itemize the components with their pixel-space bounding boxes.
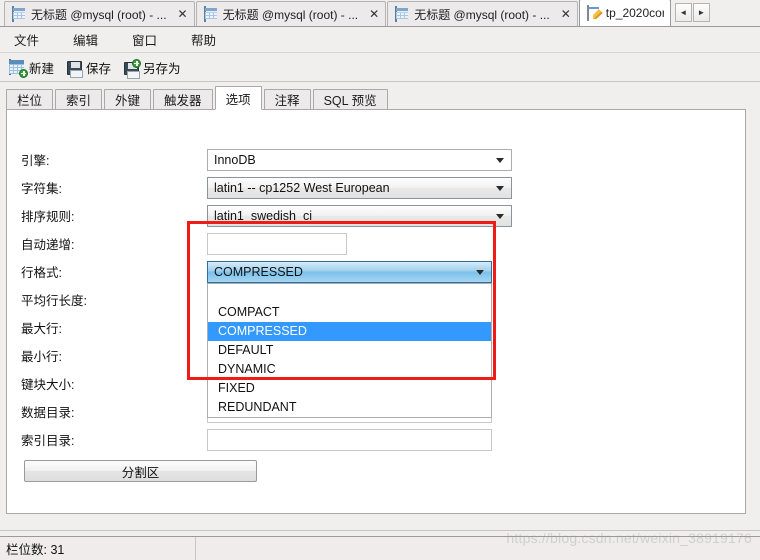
document-tab-1[interactable]: 无标题 @mysql (root) - ... ✕ xyxy=(4,1,195,26)
label-row-format: 行格式: xyxy=(21,266,62,280)
label-auto-increment: 自动递增: xyxy=(21,238,75,252)
close-icon[interactable]: ✕ xyxy=(369,8,379,20)
options-form: 引擎: 字符集: 排序规则: 自动递增: 行格式: 平均行长度: 最大行: 最小… xyxy=(6,109,746,514)
row-format-value: COMPRESSED xyxy=(214,265,303,279)
engine-combobox[interactable]: InnoDB xyxy=(207,149,512,171)
label-avg-row-length: 平均行长度: xyxy=(21,294,87,308)
label-index-directory: 索引目录: xyxy=(21,434,75,448)
save-as-button-label: 另存为 xyxy=(143,62,181,76)
dropdown-option-dynamic[interactable]: DYNAMIC xyxy=(208,360,491,379)
edit-document-icon xyxy=(586,5,601,21)
charset-combobox[interactable]: latin1 -- cp1252 West European xyxy=(207,177,512,199)
row-format-combobox[interactable]: COMPRESSED xyxy=(207,261,492,283)
table-icon xyxy=(12,6,26,22)
label-min-rows: 最小行: xyxy=(21,350,62,364)
tab-scroll-next-button[interactable]: ► xyxy=(692,2,710,22)
dropdown-option-compact[interactable]: COMPACT xyxy=(208,303,491,322)
app-window: 无标题 @mysql (root) - ... ✕ 无标题 @mysql (ro… xyxy=(0,0,760,560)
document-tab-2[interactable]: 无标题 @mysql (root) - ... ✕ xyxy=(195,1,387,26)
document-tab-3[interactable]: 无标题 @mysql (root) - ... ✕ xyxy=(387,1,578,26)
partition-button[interactable]: 分割区 xyxy=(24,460,257,482)
menu-item-file[interactable]: 文件 xyxy=(10,27,53,52)
menu-bar: 文件 编辑 窗口 帮助 xyxy=(0,27,760,53)
table-icon xyxy=(203,6,218,22)
label-data-directory: 数据目录: xyxy=(21,406,75,420)
table-icon xyxy=(395,6,409,22)
new-table-icon xyxy=(9,58,28,78)
save-as-button[interactable]: 另存为 xyxy=(121,57,187,79)
status-bar: 栏位数: 31 xyxy=(0,536,760,560)
document-tab-4-active[interactable]: tp_2020confer xyxy=(578,0,671,26)
chevron-down-icon xyxy=(496,186,504,191)
tab-triggers[interactable]: 触发器 xyxy=(153,89,213,110)
menu-item-help[interactable]: 帮助 xyxy=(187,27,230,52)
chevron-down-icon xyxy=(496,158,504,163)
tab-comment[interactable]: 注释 xyxy=(263,89,311,110)
tab-indexes[interactable]: 索引 xyxy=(55,89,103,110)
document-tab-strip: 无标题 @mysql (root) - ... ✕ 无标题 @mysql (ro… xyxy=(0,0,760,27)
chevron-down-icon xyxy=(496,214,504,219)
engine-value: InnoDB xyxy=(214,153,256,167)
new-button[interactable]: 新建 xyxy=(7,57,60,79)
tab-sql-preview[interactable]: SQL 预览 xyxy=(312,89,388,110)
new-button-label: 新建 xyxy=(29,62,55,76)
collation-value: latin1_swedish_ci xyxy=(214,209,312,223)
dropdown-option-fixed[interactable]: FIXED xyxy=(208,379,491,398)
chevron-down-icon xyxy=(476,270,484,275)
status-empty-cell xyxy=(196,537,760,560)
label-charset: 字符集: xyxy=(21,182,62,196)
tab-scroll-prev-button[interactable]: ◄ xyxy=(674,2,692,22)
tab-foreign-keys[interactable]: 外键 xyxy=(104,89,152,110)
tab-nav-group: ◄ ► xyxy=(674,2,710,22)
label-key-block-size: 键块大小: xyxy=(21,378,75,392)
dropdown-option-default[interactable]: DEFAULT xyxy=(208,341,491,360)
close-icon[interactable]: ✕ xyxy=(561,8,571,20)
menu-item-edit[interactable]: 编辑 xyxy=(69,27,112,52)
save-button[interactable]: 保存 xyxy=(64,57,117,79)
save-as-icon xyxy=(123,58,142,79)
close-icon[interactable]: ✕ xyxy=(178,8,188,20)
save-button-label: 保存 xyxy=(86,62,112,76)
dropdown-option-redundant[interactable]: REDUNDANT xyxy=(208,398,491,417)
table-designer-panel: 栏位 索引 外键 触发器 选项 注释 SQL 预览 引擎: 字符集: 排序规则:… xyxy=(0,82,760,530)
row-format-dropdown-list[interactable]: COMPACT COMPRESSED DEFAULT DYNAMIC FIXED… xyxy=(207,283,492,418)
dropdown-option-compressed[interactable]: COMPRESSED xyxy=(208,322,491,341)
document-tab-label: 无标题 @mysql (root) - ... xyxy=(31,7,167,22)
property-tab-bar: 栏位 索引 外键 触发器 选项 注释 SQL 预览 xyxy=(6,86,390,110)
save-icon xyxy=(66,60,84,78)
label-collation: 排序规则: xyxy=(21,210,75,224)
document-tab-label: 无标题 @mysql (root) - ... xyxy=(414,7,550,22)
menu-item-window[interactable]: 窗口 xyxy=(128,27,171,52)
toolbar: 新建 保存 另存为 xyxy=(0,54,760,82)
tab-options[interactable]: 选项 xyxy=(214,86,262,110)
charset-value: latin1 -- cp1252 West European xyxy=(214,181,390,195)
auto-increment-input[interactable] xyxy=(207,233,347,255)
status-field-count: 栏位数: 31 xyxy=(0,537,196,560)
index-directory-input[interactable] xyxy=(207,429,492,451)
label-engine: 引擎: xyxy=(21,154,50,168)
dropdown-option-empty[interactable] xyxy=(208,284,491,303)
document-tab-label: tp_2020confer xyxy=(605,6,664,20)
label-max-rows: 最大行: xyxy=(21,322,62,336)
tab-columns[interactable]: 栏位 xyxy=(6,89,54,110)
document-tab-label: 无标题 @mysql (root) - ... xyxy=(222,7,359,22)
collation-combobox[interactable]: latin1_swedish_ci xyxy=(207,205,512,227)
